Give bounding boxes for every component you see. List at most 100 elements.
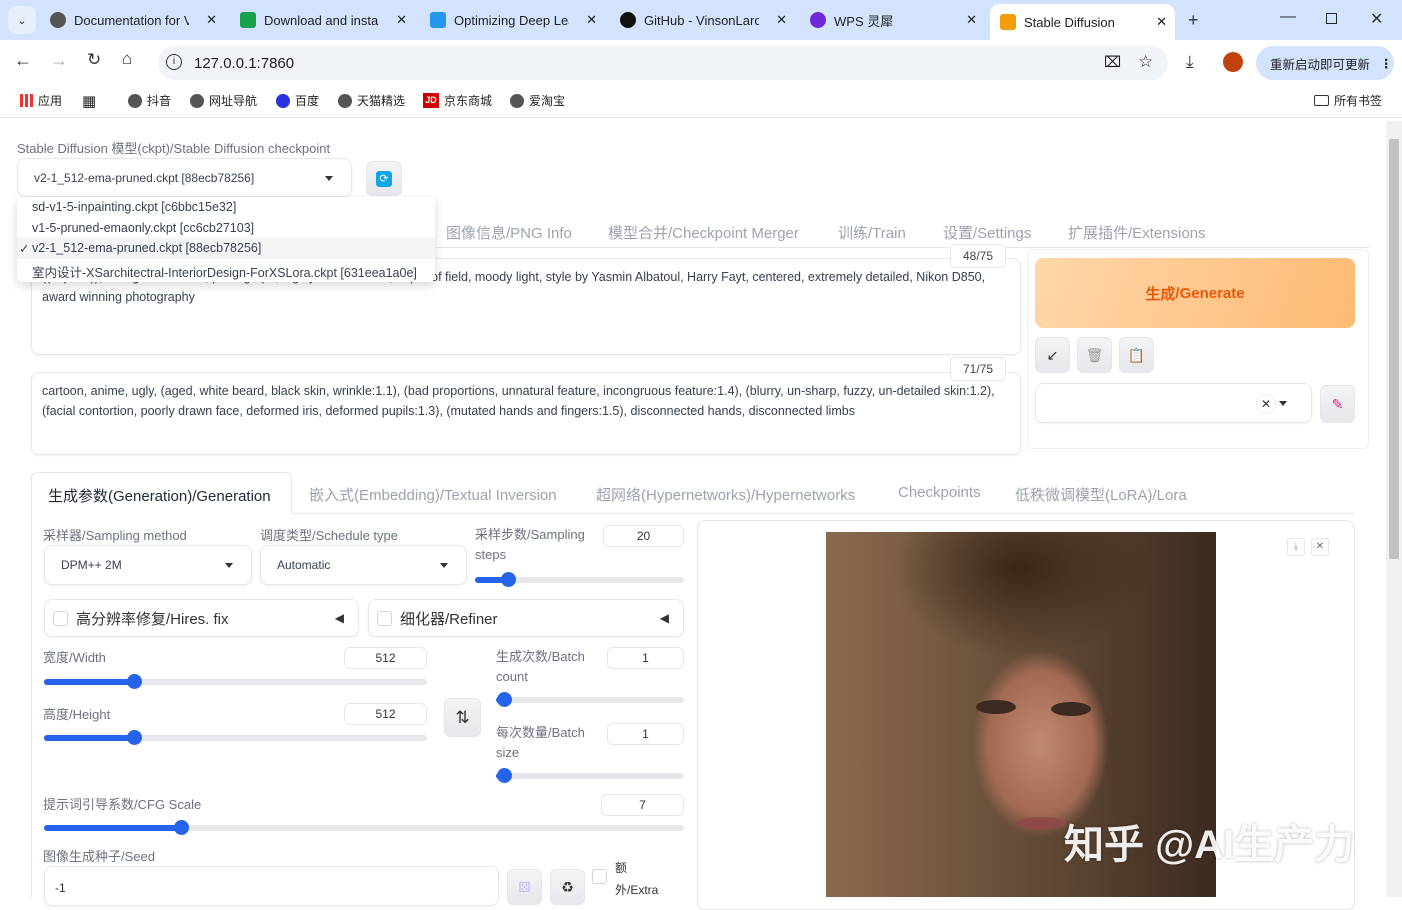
minimize-button[interactable]: — xyxy=(1280,8,1296,26)
close-tab-icon[interactable]: ✕ xyxy=(396,12,407,28)
slider-thumb[interactable] xyxy=(496,692,512,707)
scrollbar-thumb[interactable] xyxy=(1389,139,1399,559)
bookmark-star-icon[interactable]: ☆ xyxy=(1138,52,1153,72)
translate-icon[interactable]: ⌧ xyxy=(1104,53,1121,71)
subtab-textual-inversion[interactable]: 嵌入式(Embedding)/Textual Inversion xyxy=(309,484,557,505)
back-button[interactable]: ← xyxy=(14,50,32,71)
checkpoint-select[interactable]: v2-1_512-ema-pruned.ckpt [88ecb78256] xyxy=(17,158,352,197)
slider-thumb[interactable] xyxy=(173,820,189,835)
hires-fix-accordion[interactable]: 高分辨率修复/Hires. fix ◀ xyxy=(44,599,359,637)
width-input[interactable]: 512 xyxy=(344,647,427,669)
tab-extensions[interactable]: 扩展插件/Extensions xyxy=(1068,222,1206,243)
subtab-lora[interactable]: 低秩微调模型(LoRA)/Lora xyxy=(1015,484,1187,505)
batch-count-slider[interactable] xyxy=(496,692,684,707)
batch-count-input[interactable]: 1 xyxy=(607,647,684,669)
home-button[interactable]: ⌂ xyxy=(122,49,132,69)
browser-tab[interactable]: GitHub - VinsonLaro ✕ xyxy=(610,6,795,34)
browser-tab[interactable]: Optimizing Deep Lea ✕ xyxy=(420,6,605,34)
clear-icon[interactable]: ✕ xyxy=(1256,394,1276,414)
cfg-slider[interactable] xyxy=(44,820,684,835)
forward-button[interactable]: → xyxy=(50,50,68,71)
slider-thumb[interactable] xyxy=(127,674,142,689)
sampler-label: 采样器/Sampling method xyxy=(43,528,187,543)
browser-tab[interactable]: Documentation for V ✕ xyxy=(40,6,225,34)
random-seed-button[interactable]: ⚄ xyxy=(507,869,542,905)
download-image-icon[interactable]: ⤓ xyxy=(1287,538,1305,556)
image-eye xyxy=(1051,702,1091,716)
checkpoint-option[interactable]: sd-v1-5-inpainting.ckpt [c6bbc15e32] xyxy=(32,200,236,214)
close-window-button[interactable]: ✕ xyxy=(1370,9,1383,29)
swap-dimensions-button[interactable]: ⇅ xyxy=(444,698,481,737)
bookmark-item[interactable]: 百度 xyxy=(276,92,319,109)
height-input[interactable]: 512 xyxy=(344,703,427,725)
stable-diffusion-icon xyxy=(1000,14,1016,30)
chevron-down-icon xyxy=(1279,401,1287,406)
seed-input[interactable]: -1 xyxy=(44,866,499,906)
close-tab-icon[interactable]: ✕ xyxy=(1156,14,1167,30)
slider-thumb[interactable] xyxy=(127,730,142,745)
checkpoint-option[interactable]: 室内设计-XSarchitectral-InteriorDesign-ForXS… xyxy=(32,262,417,281)
sampler-select[interactable]: DPM++ 2M xyxy=(44,545,252,585)
reload-button[interactable]: ↻ xyxy=(87,50,101,70)
styles-select[interactable]: ✕ xyxy=(1035,383,1312,423)
checkpoint-option-selected[interactable]: ✓ v2-1_512-ema-pruned.ckpt [88ecb78256] xyxy=(17,238,435,259)
subtab-hypernetworks[interactable]: 超网络(Hypernetworks)/Hypernetworks xyxy=(596,484,855,505)
refiner-checkbox[interactable] xyxy=(377,610,392,626)
bookmark-item[interactable]: 抖音 xyxy=(128,92,171,109)
read-generation-params-button[interactable]: ↙ xyxy=(1035,337,1070,373)
tab-settings[interactable]: 设置/Settings xyxy=(943,222,1031,243)
tab-train[interactable]: 训练/Train xyxy=(838,222,906,243)
download-icon[interactable]: ⤓ xyxy=(1186,52,1194,72)
tab-png-info[interactable]: 图像信息/PNG Info xyxy=(446,222,572,243)
close-tab-icon[interactable]: ✕ xyxy=(776,12,787,28)
steps-slider[interactable] xyxy=(475,572,684,587)
reuse-seed-button[interactable]: ♻ xyxy=(550,869,585,905)
slider-thumb[interactable] xyxy=(501,572,517,587)
edit-styles-button[interactable]: ✎ xyxy=(1320,385,1355,423)
bookmark-item[interactable]: 爱淘宝 xyxy=(510,92,565,109)
url-bar[interactable]: i 127.0.0.1:7860 ⌧ ☆ xyxy=(158,46,1168,80)
close-tab-icon[interactable]: ✕ xyxy=(206,12,217,28)
steps-input[interactable]: 20 xyxy=(603,525,684,547)
tab-search-button[interactable]: ⌄ xyxy=(8,6,36,34)
subtab-generation-active[interactable]: 生成参数(Generation)/Generation xyxy=(31,472,292,514)
update-button[interactable]: 重新启动即可更新 ⋮ xyxy=(1256,46,1394,80)
height-slider[interactable] xyxy=(44,730,427,745)
batch-size-input[interactable]: 1 xyxy=(607,723,684,745)
slider-thumb[interactable] xyxy=(496,768,512,783)
bookmark-apps[interactable]: 应用 xyxy=(20,92,62,109)
refiner-accordion[interactable]: 细化器/Refiner ◀ xyxy=(368,599,684,637)
tab-groups-icon[interactable]: ▦ xyxy=(82,92,96,110)
bookmark-item[interactable]: 网址导航 xyxy=(190,92,257,109)
apply-styles-button[interactable]: 📋 xyxy=(1119,337,1154,373)
collapse-arrow-icon: ◀ xyxy=(659,611,669,625)
new-tab-button[interactable]: + xyxy=(1188,10,1199,31)
bookmark-item[interactable]: 天猫精选 xyxy=(338,92,405,109)
browser-tab[interactable]: Download and instal ✕ xyxy=(230,6,415,34)
maximize-button[interactable] xyxy=(1326,13,1337,24)
close-tab-icon[interactable]: ✕ xyxy=(966,12,977,28)
all-bookmarks[interactable]: 所有书签 xyxy=(1314,92,1382,109)
cfg-input[interactable]: 7 xyxy=(601,794,684,816)
refresh-checkpoints-button[interactable]: ⟳ xyxy=(366,161,402,196)
generate-button[interactable]: 生成/Generate xyxy=(1035,258,1355,328)
close-image-icon[interactable]: ✕ xyxy=(1311,538,1329,556)
close-tab-icon[interactable]: ✕ xyxy=(586,12,597,28)
browser-tab-active[interactable]: Stable Diffusion ✕ xyxy=(990,4,1175,40)
tab-checkpoint-merger[interactable]: 模型合并/Checkpoint Merger xyxy=(608,222,799,243)
clear-prompt-button[interactable]: 🗑 xyxy=(1077,337,1112,373)
schedule-select[interactable]: Automatic xyxy=(260,545,467,585)
width-slider[interactable] xyxy=(44,674,427,689)
batch-size-slider[interactable] xyxy=(496,768,684,783)
extra-seed-checkbox[interactable] xyxy=(592,869,607,884)
checkpoint-option[interactable]: v1-5-pruned-emaonly.ckpt [cc6cb27103] xyxy=(32,221,254,235)
bookmark-item[interactable]: JD 京东商城 xyxy=(423,92,492,109)
hires-fix-checkbox[interactable] xyxy=(53,610,68,626)
site-info-icon[interactable]: i xyxy=(166,54,182,70)
browser-tab[interactable]: WPS 灵犀 ✕ xyxy=(800,6,985,34)
page-scrollbar[interactable] xyxy=(1386,121,1402,897)
profile-avatar[interactable] xyxy=(1223,52,1243,72)
subtab-checkpoints[interactable]: Checkpoints xyxy=(898,484,981,501)
negative-prompt-textarea[interactable]: cartoon, anime, ugly, (aged, white beard… xyxy=(31,372,1021,455)
check-icon: ✓ xyxy=(19,242,30,256)
